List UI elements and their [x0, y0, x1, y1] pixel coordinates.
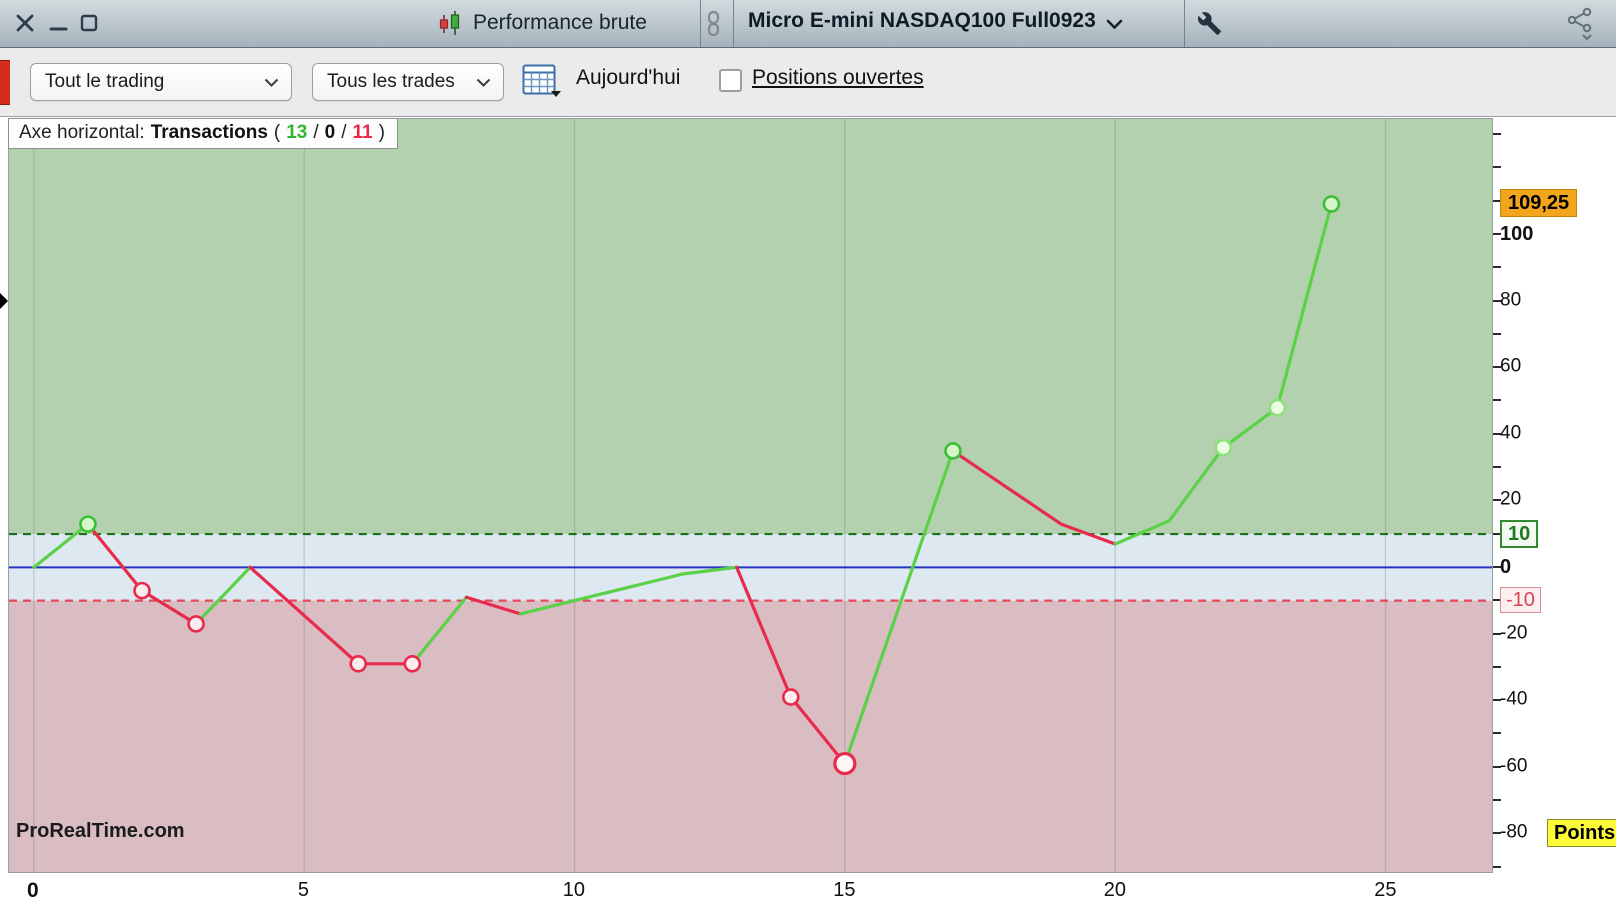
y-axis-label: 0: [1500, 555, 1512, 578]
y-axis-label: 60: [1500, 355, 1522, 377]
titlebar-separator: [700, 0, 701, 47]
y-axis-tick: [1493, 466, 1501, 469]
share-button[interactable]: [1566, 6, 1596, 47]
window-title: Performance brute: [473, 11, 647, 34]
x-axis[interactable]: 0 5 10 15 20 25: [0, 872, 1616, 912]
close-button[interactable]: [14, 12, 36, 39]
y-axis-tick: [1493, 865, 1501, 868]
x-axis-label: 5: [297, 879, 309, 901]
y-axis-tick: [1493, 166, 1501, 169]
y-axis-tick: [1493, 799, 1501, 802]
y-axis-tick: [1493, 132, 1501, 135]
close-icon: [16, 14, 34, 32]
candlestick-chart-icon: [437, 9, 463, 42]
y-axis-label: -20: [1500, 622, 1528, 644]
trading-scope-dropdown[interactable]: Tout le trading: [30, 63, 292, 101]
y-axis-tick: [1493, 665, 1501, 668]
y-axis-tick: [1493, 732, 1501, 735]
y-axis-label: 10: [1500, 519, 1539, 548]
x-axis-label: 20: [1103, 879, 1127, 901]
horizontal-axis-info-box: Axe horizontal: Transactions(13/0/11): [8, 118, 398, 149]
instrument-selector[interactable]: Micro E-mini NASDAQ100 Full0923: [748, 9, 1123, 33]
maximize-icon: [80, 14, 98, 32]
open-positions-label[interactable]: Positions ouvertes: [752, 66, 924, 90]
y-axis-label: -10: [1500, 587, 1541, 614]
trading-scope-value: Tout le trading: [45, 71, 165, 92]
prorealtime-watermark: ProRealTime.com: [16, 820, 185, 842]
y-axis-label: 100: [1500, 222, 1534, 245]
minimize-button[interactable]: [48, 12, 70, 39]
chevron-down-icon: [264, 78, 279, 87]
y-axis-tick: [1493, 266, 1501, 269]
calendar-button[interactable]: [522, 62, 562, 103]
y-axis-tick: [1493, 399, 1501, 402]
chevron-down-icon: [476, 78, 491, 87]
x-axis-label: 25: [1374, 879, 1397, 901]
date-range-label[interactable]: Aujourd'hui: [576, 66, 680, 90]
y-axis[interactable]: 109,25 100 80 60 40 20 10 0 -10 -20 -40 -60 -80 Point…: [1493, 118, 1616, 873]
axis-info-name: Transactions: [150, 122, 268, 143]
open-positions-checkbox[interactable]: [719, 69, 742, 92]
minimize-icon: [49, 27, 68, 31]
paren-close: ): [378, 122, 385, 143]
chevron-down-icon: [1106, 19, 1123, 29]
count-separator: /: [341, 122, 347, 143]
maximize-button[interactable]: [78, 12, 100, 39]
chart-region: Axe horizontal: Transactions(13/0/11) Pro…: [0, 117, 1616, 912]
titlebar: Performance brute Micro E-mini NASDAQ100…: [0, 0, 1616, 48]
left-edge-red-strip: [0, 60, 10, 105]
wins-count: 13: [286, 122, 308, 143]
link-chain-icon: [707, 10, 720, 37]
left-edge-marker: [0, 293, 8, 309]
neutral-count: 0: [324, 122, 336, 143]
settings-wrench-button[interactable]: [1197, 11, 1222, 41]
y-axis-tick: [1493, 332, 1501, 335]
toolbar: Tout le trading Tous les trades Aujourd'…: [0, 48, 1616, 117]
calendar-icon: [522, 64, 561, 97]
x-axis-label: 10: [562, 879, 586, 901]
titlebar-separator: [1184, 0, 1185, 47]
performance-window: Performance brute Micro E-mini NASDAQ100…: [0, 0, 1616, 912]
y-axis-label: 40: [1500, 422, 1522, 444]
y-axis-label: -40: [1500, 688, 1528, 710]
share-icon: [1567, 7, 1592, 41]
trades-filter-value: Tous les trades: [327, 71, 455, 92]
y-axis-label: -60: [1500, 755, 1528, 777]
instrument-name: Micro E-mini NASDAQ100 Full0923: [748, 9, 1096, 32]
link-instrument-button[interactable]: [706, 10, 721, 42]
y-axis-label: -80: [1500, 821, 1528, 843]
trades-filter-dropdown[interactable]: Tous les trades: [312, 63, 504, 101]
count-separator: /: [313, 122, 319, 143]
wrench-icon: [1197, 12, 1221, 35]
y-axis-label: 80: [1500, 289, 1522, 311]
points-unit-badge: Points: [1547, 819, 1616, 848]
axis-info-prefix: Axe horizontal:: [19, 122, 145, 143]
x-axis-label: 15: [833, 879, 856, 901]
titlebar-separator: [733, 0, 734, 47]
x-axis-label: 0: [27, 879, 39, 902]
y-axis-label: 20: [1500, 488, 1522, 510]
losses-count: 11: [352, 122, 373, 143]
current-value-badge: 109,25: [1500, 189, 1578, 218]
performance-curve-plot[interactable]: [8, 118, 1493, 873]
paren-open: (: [273, 122, 281, 143]
